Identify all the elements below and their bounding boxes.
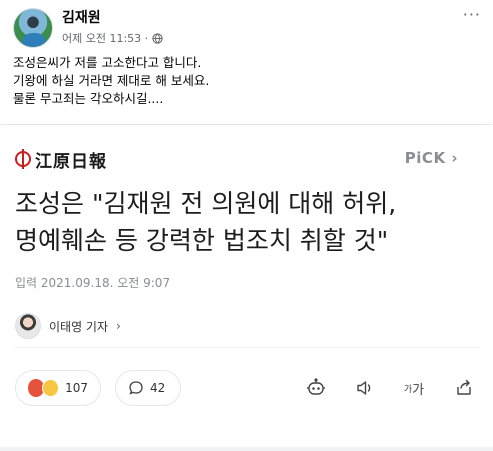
post-text-line: 물론 무고죄는 각오하시길.... xyxy=(13,91,164,106)
chevron-right-icon: › xyxy=(116,319,121,333)
post-text: 조성은씨가 저를 고소한다고 합니다. 기왕에 하실 거라면 제대로 해 보세요… xyxy=(13,54,473,108)
reactions-button[interactable]: 107 xyxy=(15,370,101,406)
brand-name: 江原日報 xyxy=(35,151,107,172)
reporter-avatar xyxy=(15,313,41,339)
comments-count: 42 xyxy=(150,381,166,395)
font-size-small-label: 가 xyxy=(403,384,413,395)
globe-icon xyxy=(152,32,163,44)
more-options-button[interactable]: ··· xyxy=(463,7,481,23)
share-button[interactable] xyxy=(450,374,478,402)
article-actions: 107 42 가 가 xyxy=(15,370,485,406)
bottom-divider xyxy=(0,447,493,451)
font-size-button[interactable]: 가 가 xyxy=(400,374,428,402)
comment-icon xyxy=(129,381,143,395)
news-brand[interactable]: 江原日報 xyxy=(15,148,107,172)
robot-icon xyxy=(307,378,325,395)
robot-summary-button[interactable] xyxy=(302,374,330,402)
divider xyxy=(15,347,479,348)
headline-line: 명예훼손 등 강력한 법조치 취할 것" xyxy=(15,226,389,255)
comments-button[interactable]: 42 xyxy=(115,370,181,406)
pick-text: PiCK xyxy=(404,149,446,167)
shared-article-card[interactable]: 江原日報 PiCK › 조성은 "김재원 전 의원에 대해 허위, 명예훼손 등… xyxy=(1,124,492,451)
post-text-line: 기왕에 하실 거라면 제대로 해 보세요. xyxy=(13,73,210,88)
author-avatar[interactable] xyxy=(13,8,53,48)
pick-label[interactable]: PiCK › xyxy=(405,149,458,167)
pick-arrow-icon: › xyxy=(451,149,458,167)
reporter-name: 이태영 기자 xyxy=(49,319,109,334)
post-meta: 어제 오전 11:53 · xyxy=(62,30,163,46)
post-text-line: 조성은씨가 저를 고소한다고 합니다. xyxy=(13,55,202,70)
speaker-button[interactable] xyxy=(351,374,379,402)
font-size-label: 가 xyxy=(412,382,425,398)
speaker-icon xyxy=(357,381,371,395)
post-header: 김재원 어제 오전 11:53 · ··· xyxy=(13,6,483,50)
reporter-link[interactable]: 이태영 기자 › xyxy=(15,313,121,339)
article-dateline: 입력 2021.09.18. 오전 9:07 xyxy=(15,276,171,290)
headline-line: 조성은 "김재원 전 의원에 대해 허위, xyxy=(15,189,397,218)
article-headline[interactable]: 조성은 "김재원 전 의원에 대해 허위, 명예훼손 등 강력한 법조치 취할 … xyxy=(15,185,485,259)
post-time[interactable]: 어제 오전 11:53 · xyxy=(62,30,148,46)
author-name[interactable]: 김재원 xyxy=(62,7,101,27)
reactions-count: 107 xyxy=(65,381,88,395)
share-icon xyxy=(457,379,471,395)
brand-logo-icon xyxy=(15,149,31,169)
laugh-emoji-icon xyxy=(42,379,60,397)
